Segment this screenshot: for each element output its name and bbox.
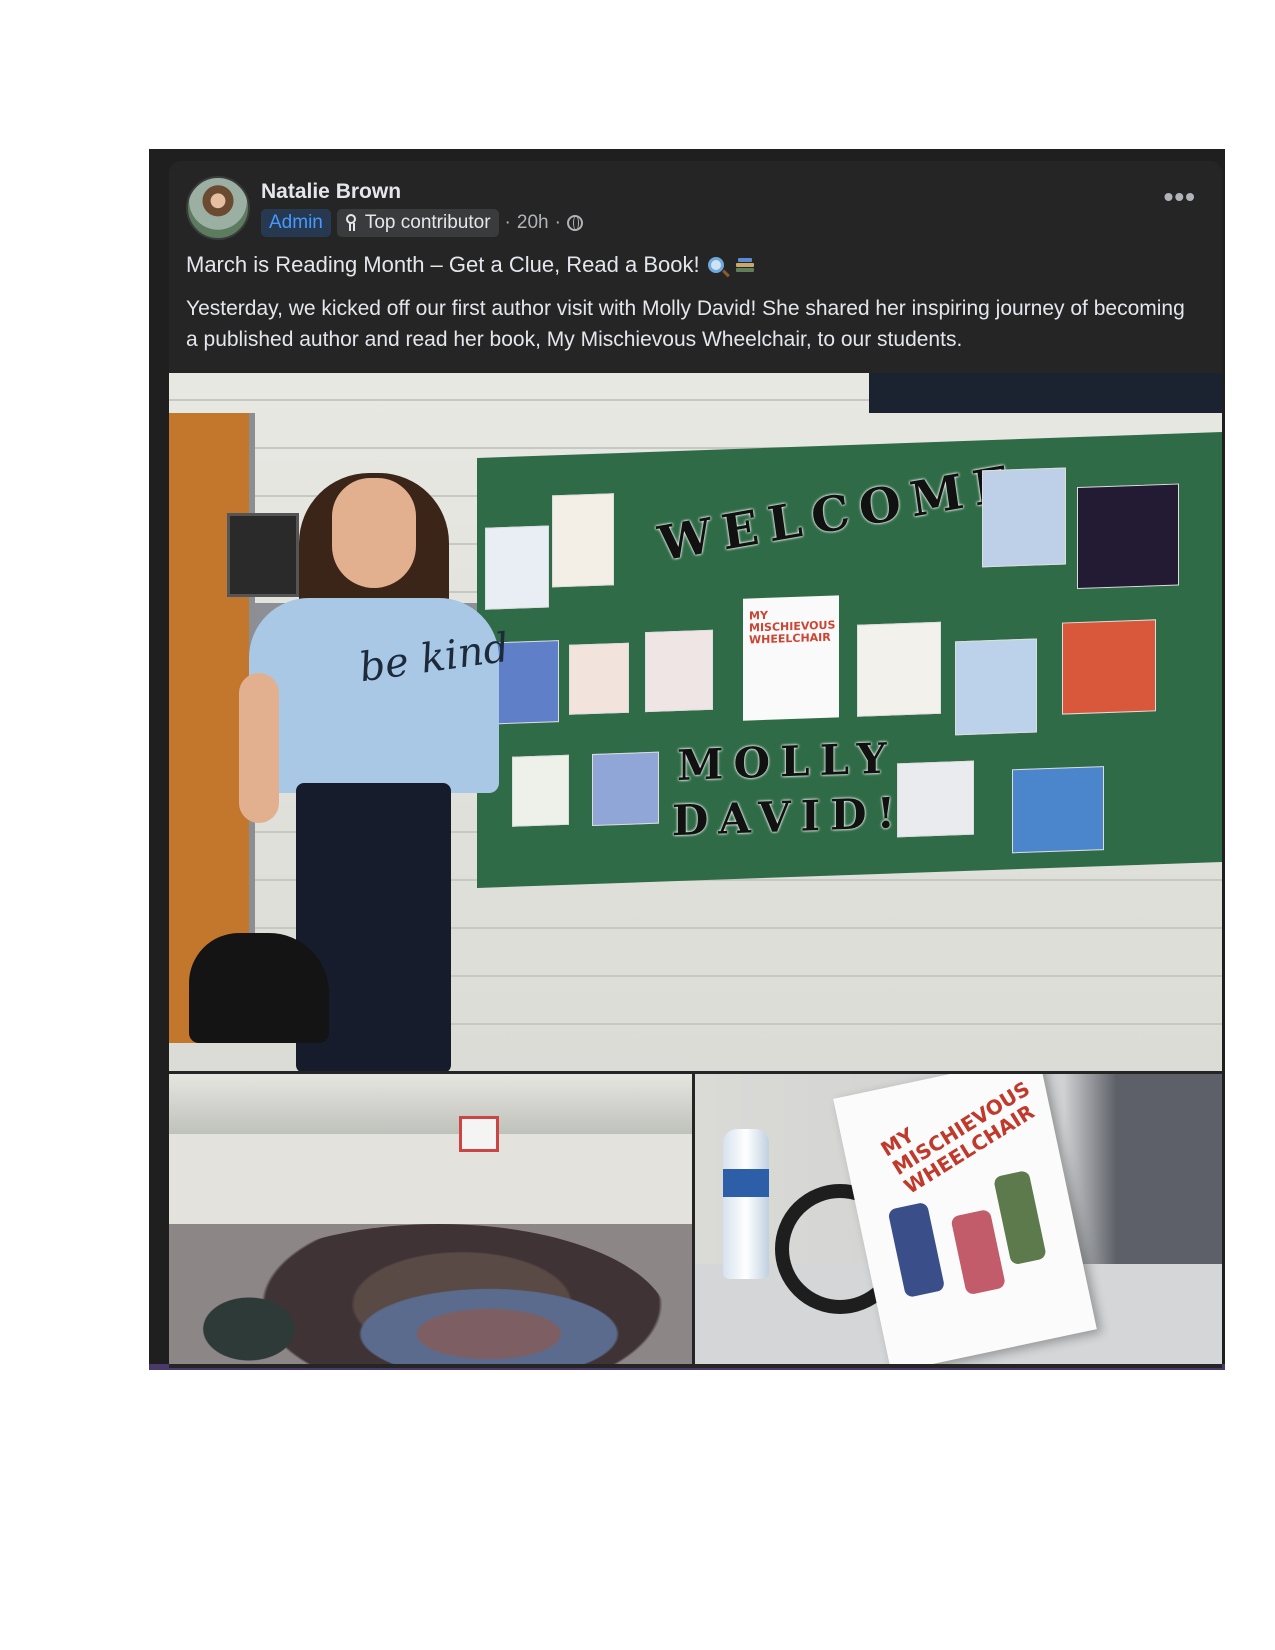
student-drawing <box>1012 766 1104 854</box>
author-face <box>332 478 416 588</box>
magnifying-glass-icon <box>707 257 724 273</box>
top-contributor-label: Top contributor <box>364 212 491 233</box>
photo-book-and-wheelchair[interactable]: MY MISCHIEVOUS WHEELCHAIR <box>695 1074 1222 1364</box>
post-time[interactable]: 20h <box>517 212 549 234</box>
post-headline: March is Reading Month – Get a Clue, Rea… <box>186 252 754 278</box>
basketball-hoop <box>459 1116 499 1152</box>
photo-author-with-board[interactable]: WELCOME MOLLY DAVID! MY MISCHIEVOUS WHEE… <box>169 373 1222 1071</box>
board-david-text: DAVID! <box>672 788 906 846</box>
student-drawing <box>645 629 713 713</box>
author-name[interactable]: Natalie Brown <box>261 180 401 204</box>
post-header: Natalie Brown Admin Top contributor · 20… <box>186 176 1216 244</box>
black-bag <box>189 933 329 1043</box>
student-drawing <box>569 642 629 715</box>
author-arm <box>239 673 279 823</box>
room-sign <box>227 513 299 597</box>
award-icon <box>345 214 359 232</box>
tv-screen <box>869 373 1222 413</box>
books-icon <box>735 258 754 272</box>
student-drawing <box>1062 619 1156 715</box>
book-illustration <box>887 1201 946 1299</box>
headline-text: March is Reading Month – Get a Clue, Rea… <box>186 252 700 277</box>
student-drawing <box>857 621 941 717</box>
book-illustration <box>992 1169 1047 1266</box>
globe-icon[interactable] <box>566 215 583 231</box>
student-drawing <box>512 754 569 827</box>
top-contributor-badge[interactable]: Top contributor <box>336 209 499 237</box>
student-drawing <box>552 493 614 588</box>
water-bottle <box>723 1129 769 1279</box>
author-shirt <box>249 598 499 793</box>
post-meta: Admin Top contributor · 20h · <box>261 209 583 237</box>
student-drawing <box>592 751 659 826</box>
bottle-label <box>723 1169 769 1197</box>
gym-ceiling <box>169 1074 692 1134</box>
student-drawing <box>982 467 1066 568</box>
welcome-board: WELCOME MOLLY DAVID! MY MISCHIEVOUS WHEE… <box>477 431 1222 889</box>
photo-gym-assembly[interactable] <box>169 1074 692 1364</box>
board-molly-text: MOLLY <box>677 733 897 791</box>
cover-title: MY MISCHIEVOUS WHEELCHAIR <box>749 608 836 647</box>
book-illustration <box>950 1208 1007 1296</box>
admin-badge[interactable]: Admin <box>261 209 331 237</box>
student-drawing <box>897 760 974 838</box>
avatar[interactable] <box>186 176 250 240</box>
board-welcome-text: WELCOME <box>654 454 1024 573</box>
book-cover-on-board: MY MISCHIEVOUS WHEELCHAIR <box>743 595 839 721</box>
student-drawing <box>955 638 1037 736</box>
separator-dot: · <box>504 212 511 233</box>
student-drawing <box>485 525 549 610</box>
post-body: Yesterday, we kicked off our first autho… <box>186 297 1185 351</box>
separator-dot: · <box>554 212 561 233</box>
more-options-button[interactable]: ••• <box>1164 183 1196 211</box>
student-drawing <box>1077 483 1179 590</box>
